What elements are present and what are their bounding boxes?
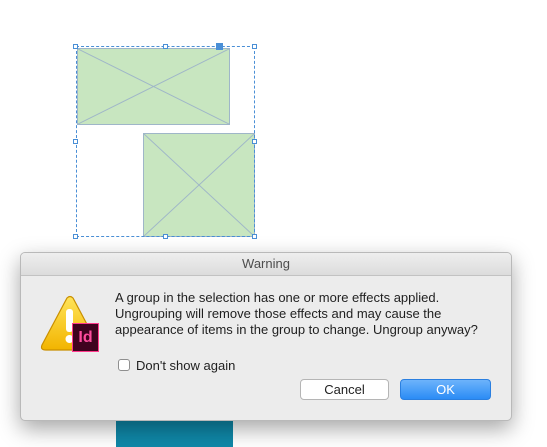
indesign-app-icon: Id — [72, 323, 99, 352]
checkbox-label: Don't show again — [136, 357, 236, 373]
warning-message: A group in the selection has one or more… — [115, 290, 478, 337]
reference-point-handle[interactable] — [216, 43, 223, 50]
cancel-button[interactable]: Cancel — [300, 379, 389, 400]
resize-handle-bottom-center[interactable] — [163, 234, 168, 239]
resize-handle-top-center[interactable] — [163, 44, 168, 49]
dialog-title: Warning — [21, 253, 511, 276]
resize-handle-middle-right[interactable] — [252, 139, 257, 144]
ok-button[interactable]: OK — [400, 379, 491, 400]
resize-handle-middle-left[interactable] — [73, 139, 78, 144]
resize-handle-bottom-right[interactable] — [252, 234, 257, 239]
resize-handle-top-left[interactable] — [73, 44, 78, 49]
dont-show-again-checkbox[interactable]: Don't show again — [118, 357, 235, 373]
checkbox-box[interactable] — [118, 359, 130, 371]
resize-handle-bottom-left[interactable] — [73, 234, 78, 239]
warning-dialog: Warning Id A group in the selection has … — [20, 252, 512, 421]
resize-handle-top-right[interactable] — [252, 44, 257, 49]
group-selection-bounds[interactable] — [76, 46, 255, 237]
